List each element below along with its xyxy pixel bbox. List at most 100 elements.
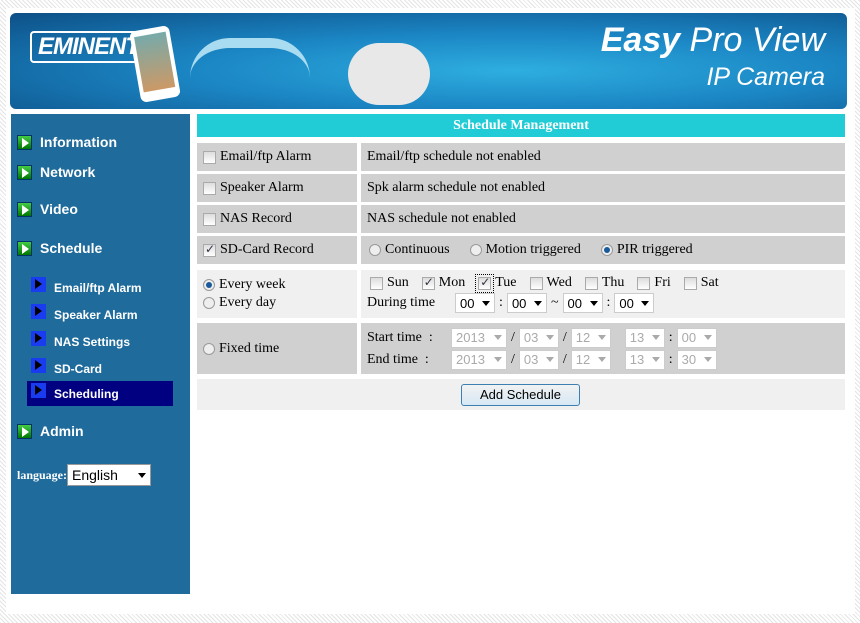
arrow-icon (31, 277, 46, 292)
language-selector: language: English (17, 464, 152, 486)
sidebar-sub-sd-card[interactable]: SD-Card (27, 356, 173, 381)
mode-pir[interactable]: PIR triggered (600, 242, 693, 258)
start-month-select[interactable]: 03 (518, 327, 559, 348)
mode-continuous[interactable]: Continuous (369, 242, 450, 258)
nas-record-checkbox[interactable] (203, 212, 216, 226)
start-hour-select[interactable]: 00 (455, 293, 496, 313)
fixed-time-radio[interactable] (203, 342, 215, 355)
start-time-row: Start time : 2013 / 03 / 12 13 : 00 (367, 327, 717, 348)
fixed-time-cell: Fixed time (197, 323, 357, 374)
end-minute-select[interactable]: 00 (614, 293, 655, 313)
every-week-radio[interactable] (203, 279, 215, 291)
mon-checkbox[interactable] (421, 275, 435, 290)
sd-card-record-checkbox[interactable] (203, 242, 216, 257)
sidebar-sub-nas-settings[interactable]: NAS Settings (27, 329, 173, 354)
sidebar-sub-scheduling[interactable]: Scheduling (27, 381, 173, 406)
sidebar-item-admin[interactable]: Admin (17, 423, 84, 439)
arrow-icon (31, 358, 46, 373)
sat-checkbox[interactable] (683, 276, 697, 290)
day-thu[interactable]: Thu (584, 275, 624, 291)
speaker-alarm-checkbox[interactable] (203, 181, 216, 195)
play-icon (17, 423, 32, 439)
sidebar-sub-speaker-alarm[interactable]: Speaker Alarm (27, 302, 173, 327)
start-hour-fixed-select[interactable]: 13 (624, 327, 665, 348)
day-fri[interactable]: Fri (637, 275, 671, 291)
add-schedule-button[interactable]: Add Schedule (461, 384, 580, 406)
mode-motion[interactable]: Motion triggered (469, 242, 581, 258)
day-tue[interactable]: Tue (475, 273, 517, 293)
end-day-select[interactable]: 12 (570, 349, 611, 370)
email-ftp-alarm-cell: Email/ftp Alarm (197, 143, 357, 171)
every-day-radio[interactable] (203, 297, 215, 309)
sync-arrow-icon (190, 38, 310, 78)
start-minute-select[interactable]: 00 (506, 293, 547, 313)
end-time-row: End time : 2013 / 03 / 12 13 : 30 (367, 349, 717, 370)
start-year-select[interactable]: 2013 (451, 327, 507, 348)
start-minute-fixed-select[interactable]: 00 (676, 327, 717, 348)
chevron-down-icon (703, 357, 712, 362)
sd-card-record-cell: SD-Card Record (197, 236, 357, 264)
weekly-cell: Sun Mon Tue Wed Thu Fri Sat During time … (361, 270, 845, 318)
pir-radio[interactable] (600, 244, 613, 256)
language-select[interactable]: English (67, 464, 152, 486)
chevron-down-icon (545, 357, 554, 362)
end-hour-select[interactable]: 00 (562, 293, 603, 313)
day-mon[interactable]: Mon (421, 275, 465, 291)
chevron-down-icon (589, 300, 598, 306)
chevron-down-icon (138, 472, 147, 478)
fri-checkbox[interactable] (637, 276, 651, 290)
nas-record-cell: NAS Record (197, 205, 357, 233)
cloud-icon (348, 43, 430, 105)
email-ftp-alarm-checkbox[interactable] (203, 150, 216, 164)
chevron-down-icon (545, 335, 554, 340)
sidebar-item-video[interactable]: Video (17, 201, 78, 217)
sidebar-item-information[interactable]: Information (17, 134, 117, 150)
chevron-down-icon (703, 335, 712, 340)
play-icon (17, 240, 32, 256)
end-month-select[interactable]: 03 (518, 349, 559, 370)
banner: EMINENT Easy Pro View IP Camera (10, 13, 847, 109)
sun-checkbox[interactable] (370, 276, 383, 290)
end-year-select[interactable]: 2013 (451, 349, 507, 370)
sidebar-item-schedule[interactable]: Schedule (17, 240, 102, 256)
page-title: Schedule Management (197, 114, 845, 137)
phone-illustration (129, 25, 181, 103)
play-icon (17, 201, 32, 217)
end-minute-fixed-select[interactable]: 30 (676, 349, 717, 370)
thu-checkbox[interactable] (584, 276, 598, 290)
day-wed[interactable]: Wed (529, 275, 572, 291)
chevron-down-icon (641, 300, 650, 306)
day-sat[interactable]: Sat (683, 275, 719, 291)
sidebar-item-network[interactable]: Network (17, 164, 95, 180)
speaker-alarm-cell: Speaker Alarm (197, 174, 357, 202)
continuous-radio[interactable] (369, 244, 381, 256)
every-day-option[interactable]: Every day (203, 295, 276, 311)
days-row: Sun Mon Tue Wed Thu Fri Sat (367, 273, 735, 293)
arrow-icon (31, 383, 46, 398)
during-time-label: During time (367, 295, 436, 310)
brand-subtitle: IP Camera (706, 63, 825, 91)
arrow-icon (31, 304, 46, 319)
nas-status: NAS schedule not enabled (361, 205, 845, 233)
email-ftp-status: Email/ftp schedule not enabled (361, 143, 845, 171)
during-time-row: During time 00 : 00 ~ 00 : 00 (367, 293, 655, 313)
wed-checkbox[interactable] (529, 276, 543, 290)
repeat-cell: Every week Every day (197, 270, 357, 318)
sidebar: Information Network Video Schedule Email… (11, 114, 190, 594)
record-mode-cell: Continuous Motion triggered PIR triggere… (361, 236, 845, 264)
start-day-select[interactable]: 12 (570, 327, 611, 348)
language-label: language: (17, 467, 68, 482)
end-hour-fixed-select[interactable]: 13 (624, 349, 665, 370)
tue-checkbox[interactable] (475, 273, 495, 293)
sidebar-sub-email-ftp-alarm[interactable]: Email/ftp Alarm (27, 275, 173, 300)
brand-title: Easy Pro View (600, 21, 825, 59)
motion-radio[interactable] (469, 244, 482, 256)
chevron-down-icon (597, 335, 606, 340)
play-icon (17, 164, 32, 180)
chevron-down-icon (494, 335, 502, 340)
day-sun[interactable]: Sun (370, 275, 409, 291)
fixed-range-cell: Start time : 2013 / 03 / 12 13 : 00 End … (361, 323, 845, 374)
fixed-time-option[interactable]: Fixed time (203, 341, 279, 357)
chevron-down-icon (651, 357, 660, 362)
every-week-option[interactable]: Every week (203, 277, 285, 293)
